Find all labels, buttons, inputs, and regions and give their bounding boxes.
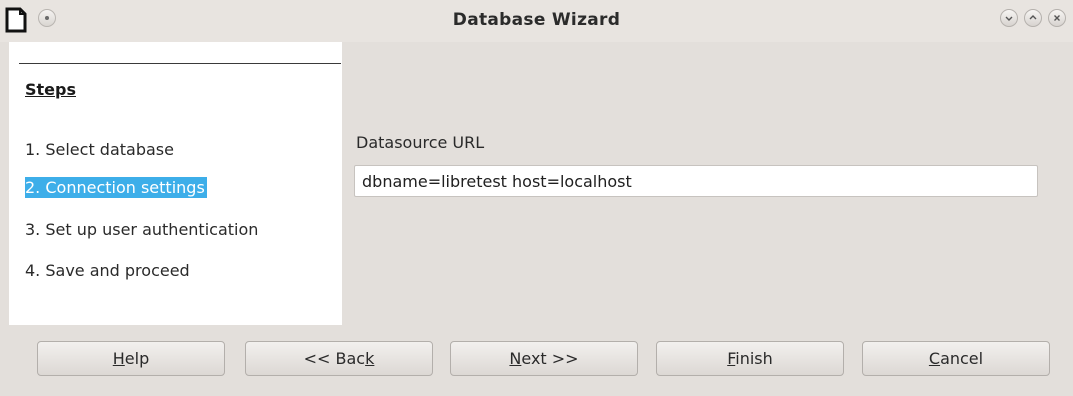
step-connection-settings[interactable]: 2. Connection settings: [25, 177, 207, 198]
steps-heading: Steps: [25, 80, 76, 99]
window-title: Database Wizard: [452, 10, 621, 30]
step-user-authentication[interactable]: 3. Set up user authentication: [25, 219, 260, 240]
cancel-button[interactable]: Cancel: [862, 341, 1050, 376]
maximize-icon[interactable]: [1024, 9, 1042, 27]
finish-button[interactable]: Finish: [656, 341, 844, 376]
step-select-database[interactable]: 1. Select database: [25, 139, 176, 160]
next-button[interactable]: Next >>: [450, 341, 638, 376]
steps-panel: Steps 1. Select database 2. Connection s…: [9, 42, 342, 325]
back-button[interactable]: << Back: [245, 341, 433, 376]
help-label-post: elp: [124, 349, 150, 368]
back-label-pre: << Bac: [303, 349, 366, 368]
next-mnemonic: N: [509, 349, 522, 368]
finish-label-post: inish: [735, 349, 773, 368]
cancel-mnemonic: C: [928, 349, 941, 368]
cancel-label-post: ancel: [940, 349, 984, 368]
help-mnemonic: H: [112, 349, 125, 368]
step-save-and-proceed[interactable]: 4. Save and proceed: [25, 260, 192, 281]
next-label-post: ext >>: [521, 349, 579, 368]
help-button[interactable]: Help: [37, 341, 225, 376]
divider: [19, 63, 341, 64]
minimize-icon[interactable]: [1000, 9, 1018, 27]
datasource-url-label: Datasource URL: [356, 133, 485, 152]
datasource-url-input[interactable]: [354, 165, 1038, 197]
back-mnemonic: k: [365, 349, 375, 368]
title-bar: Database Wizard: [0, 0, 1073, 42]
close-icon[interactable]: [1048, 9, 1066, 27]
